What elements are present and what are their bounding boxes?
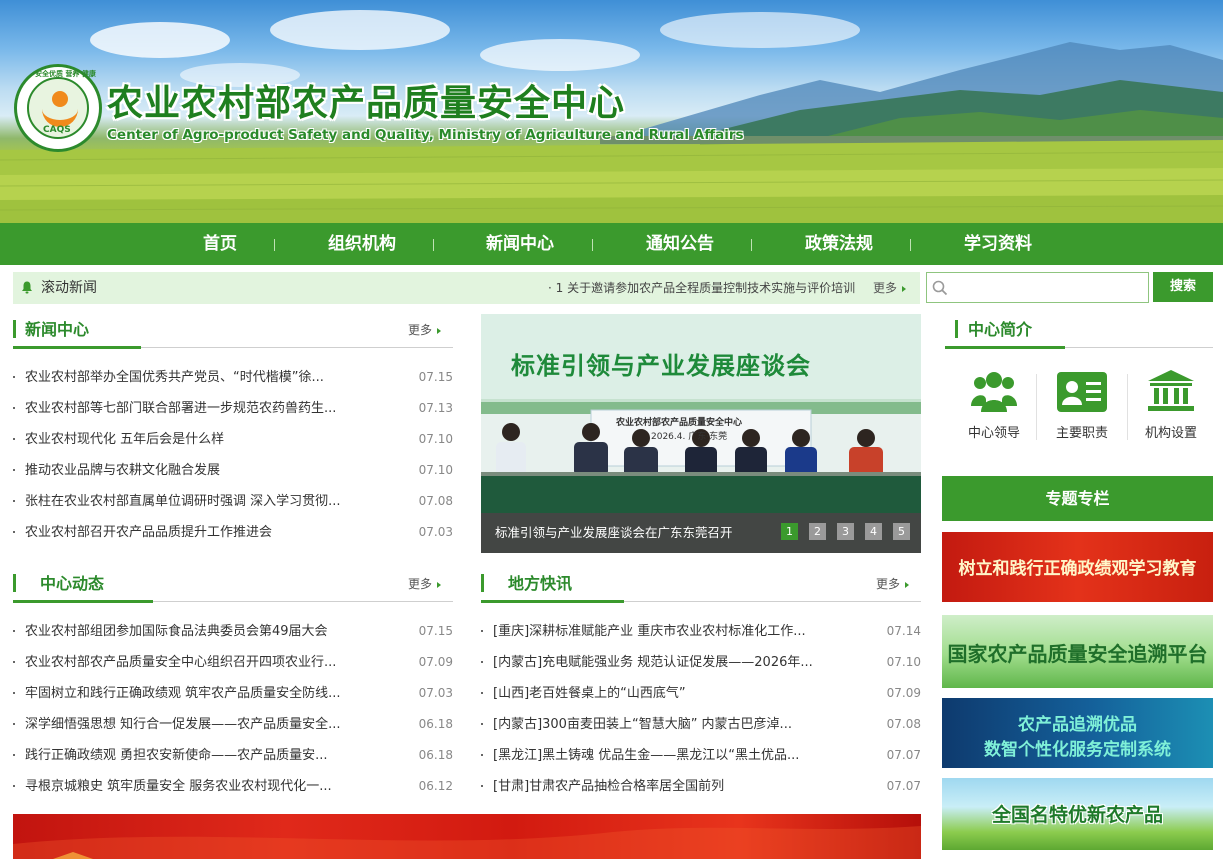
news-center-list: 农业农村部举办全国优秀共产党员、“时代楷模”徐... 07.15 农业农村部等七部… bbox=[13, 362, 453, 548]
nav-notices[interactable]: 通知公告 bbox=[628, 223, 732, 265]
promo-banner-traceability-platform[interactable]: 国家农产品质量安全追溯平台 bbox=[942, 615, 1213, 688]
news-center-more-link[interactable]: 更多 bbox=[408, 316, 441, 344]
caret-right-icon bbox=[902, 285, 907, 292]
list-item[interactable]: 农业农村部组团参加国际食品法典委员会第49届大会 07.15 bbox=[13, 616, 453, 647]
logo-caqs-text: CAQS bbox=[43, 125, 71, 135]
list-item[interactable]: [内蒙古]充电赋能强业务 规范认证促发展——2026年... 07.10 bbox=[481, 647, 921, 678]
site-subtitle: Center of Agro-product Safety and Qualit… bbox=[107, 127, 744, 143]
search-button[interactable]: 搜索 bbox=[1153, 272, 1213, 302]
list-item[interactable]: 农业农村部农产品质量安全中心组织召开四项农业行... 07.09 bbox=[13, 647, 453, 678]
list-item[interactable]: 牢固树立和践行正确政绩观 筑牢农产品质量安全防线... 07.03 bbox=[13, 678, 453, 709]
promo-banner-governance[interactable]: 树立和践行正确政绩观学习教育 bbox=[942, 532, 1213, 602]
center-news-title: 中心动态 bbox=[40, 574, 105, 593]
topics-header: 专题专栏 bbox=[942, 476, 1213, 521]
bell-icon bbox=[22, 281, 32, 294]
search-icon bbox=[932, 280, 948, 296]
news-slider[interactable]: 标准引领与产业发展座谈会 农业农村部农产品质量安全中心 2026.4. 广东·东… bbox=[481, 314, 921, 553]
news-ticker: 滚动新闻 · 1 关于邀请参加农产品全程质量控制技术实施与评价培训 更多 bbox=[13, 272, 920, 304]
caqs-logo[interactable]: 安全优质 营养 健康 CAQS bbox=[14, 64, 102, 152]
list-item[interactable]: [甘肃]甘肃农产品抽检合格率居全国前列 07.07 bbox=[481, 771, 921, 802]
ticker-label: 滚动新闻 bbox=[41, 280, 97, 296]
list-item[interactable]: [内蒙古]300亩麦田装上“智慧大脑” 内蒙古巴彦淖... 07.08 bbox=[481, 709, 921, 740]
ticker-more-link[interactable]: 更多 bbox=[873, 272, 907, 304]
slider-caption-bar: 标准引领与产业发展座谈会在广东东莞召开 1 2 3 4 5 bbox=[481, 513, 921, 553]
slider-caption[interactable]: 标准引领与产业发展座谈会在广东东莞召开 bbox=[495, 513, 733, 553]
promo-banner-specialty-products[interactable]: 全国名特优新农产品 bbox=[942, 778, 1213, 850]
bottom-banner-decoration bbox=[13, 826, 921, 859]
local-news-list: [重庆]深耕标准赋能产业 重庆市农业农村标准化工作... 07.14 [内蒙古]充… bbox=[481, 616, 921, 802]
caret-right-icon bbox=[905, 581, 909, 588]
slider-page-4[interactable]: 4 bbox=[865, 523, 882, 540]
slide-backdrop-date: 2026.4. 广东·东莞 bbox=[651, 432, 728, 442]
nav-organization[interactable]: 组织机构 bbox=[310, 223, 414, 265]
institution-icon bbox=[1148, 370, 1194, 411]
ticker-headline[interactable]: · 1 关于邀请参加农产品全程质量控制技术实施与评价培训 bbox=[548, 272, 855, 304]
caret-right-icon bbox=[437, 327, 441, 334]
promo-banner-traceability-system[interactable]: 农产品追溯优品 数智个性化服务定制系统 bbox=[942, 698, 1213, 768]
search-input[interactable] bbox=[953, 275, 1143, 300]
news-center-header: 新闻中心 更多 bbox=[13, 316, 453, 349]
nav-policies[interactable]: 政策法规 bbox=[787, 223, 891, 265]
nav-study-materials[interactable]: 学习资料 bbox=[946, 223, 1050, 265]
local-news-title: 地方快讯 bbox=[508, 574, 573, 593]
main-nav: 首页 组织机构 新闻中心 通知公告 政策法规 学习资料 bbox=[0, 223, 1223, 265]
news-center-title: 新闻中心 bbox=[25, 320, 90, 339]
slider-page-5[interactable]: 5 bbox=[893, 523, 910, 540]
intro-title: 中心简介 bbox=[968, 320, 1033, 339]
list-item[interactable]: 寻根京城粮史 筑牢质量安全 服务农业农村现代化一... 06.12 bbox=[13, 771, 453, 802]
list-item[interactable]: 农业农村部等七部门联合部署进一步规范农药兽药生... 07.13 bbox=[13, 393, 453, 424]
slide-headline: 标准引领与产业发展座谈会 bbox=[511, 352, 811, 380]
list-item[interactable]: 推动农业品牌与农耕文化融合发展 07.10 bbox=[13, 455, 453, 486]
slide-backdrop-text: 农业农村部农产品质量安全中心 bbox=[616, 418, 743, 428]
slider-page-1[interactable]: 1 bbox=[781, 523, 798, 540]
list-item[interactable]: 张柱在农业农村部直属单位调研时强调 深入学习贯彻... 07.08 bbox=[13, 486, 453, 517]
list-item[interactable]: [黑龙江]黑土铸魂 优品生金——黑龙江以“黑土优品... 07.07 bbox=[481, 740, 921, 771]
site-title: 农业农村部农产品质量安全中心 bbox=[107, 83, 626, 124]
center-news-header: 中心动态 更多 bbox=[13, 570, 453, 603]
local-news-more-link[interactable]: 更多 bbox=[876, 570, 909, 598]
list-item[interactable]: 深学细悟强思想 知行合一促发展——农产品质量安全... 06.18 bbox=[13, 709, 453, 740]
nav-home[interactable]: 首页 bbox=[170, 223, 270, 265]
local-news-header: 地方快讯 更多 bbox=[481, 570, 921, 603]
slider-page-3[interactable]: 3 bbox=[837, 523, 854, 540]
list-item[interactable]: 农业农村部举办全国优秀共产党员、“时代楷模”徐... 07.15 bbox=[13, 362, 453, 393]
center-news-list: 农业农村部组团参加国际食品法典委员会第49届大会 07.15 农业农村部农产品质量… bbox=[13, 616, 453, 802]
list-item[interactable]: [重庆]深耕标准赋能产业 重庆市农业农村标准化工作... 07.14 bbox=[481, 616, 921, 647]
list-item[interactable]: 践行正确政绩观 勇担农安新使命——农产品质量安... 06.18 bbox=[13, 740, 453, 771]
search-box bbox=[926, 272, 1149, 303]
intro-header: 中心简介 bbox=[945, 316, 1213, 349]
list-item[interactable]: 农业农村部召开农产品品质提升工作推进会 07.03 bbox=[13, 517, 453, 548]
slider-page-2[interactable]: 2 bbox=[809, 523, 826, 540]
people-icon bbox=[971, 372, 1017, 412]
list-item[interactable]: 农业农村现代化 五年后会是什么样 07.10 bbox=[13, 424, 453, 455]
list-item[interactable]: [山西]老百姓餐桌上的“山西底气” 07.09 bbox=[481, 678, 921, 709]
caret-right-icon bbox=[437, 581, 441, 588]
nav-news-center[interactable]: 新闻中心 bbox=[468, 223, 572, 265]
id-card-icon bbox=[1057, 372, 1107, 412]
header-banner: 安全优质 营养 健康 CAQS 农业农村部农产品质量安全中心 Center of… bbox=[0, 0, 1223, 223]
center-news-more-link[interactable]: 更多 bbox=[408, 570, 441, 598]
bottom-promo-banner[interactable] bbox=[13, 814, 921, 859]
